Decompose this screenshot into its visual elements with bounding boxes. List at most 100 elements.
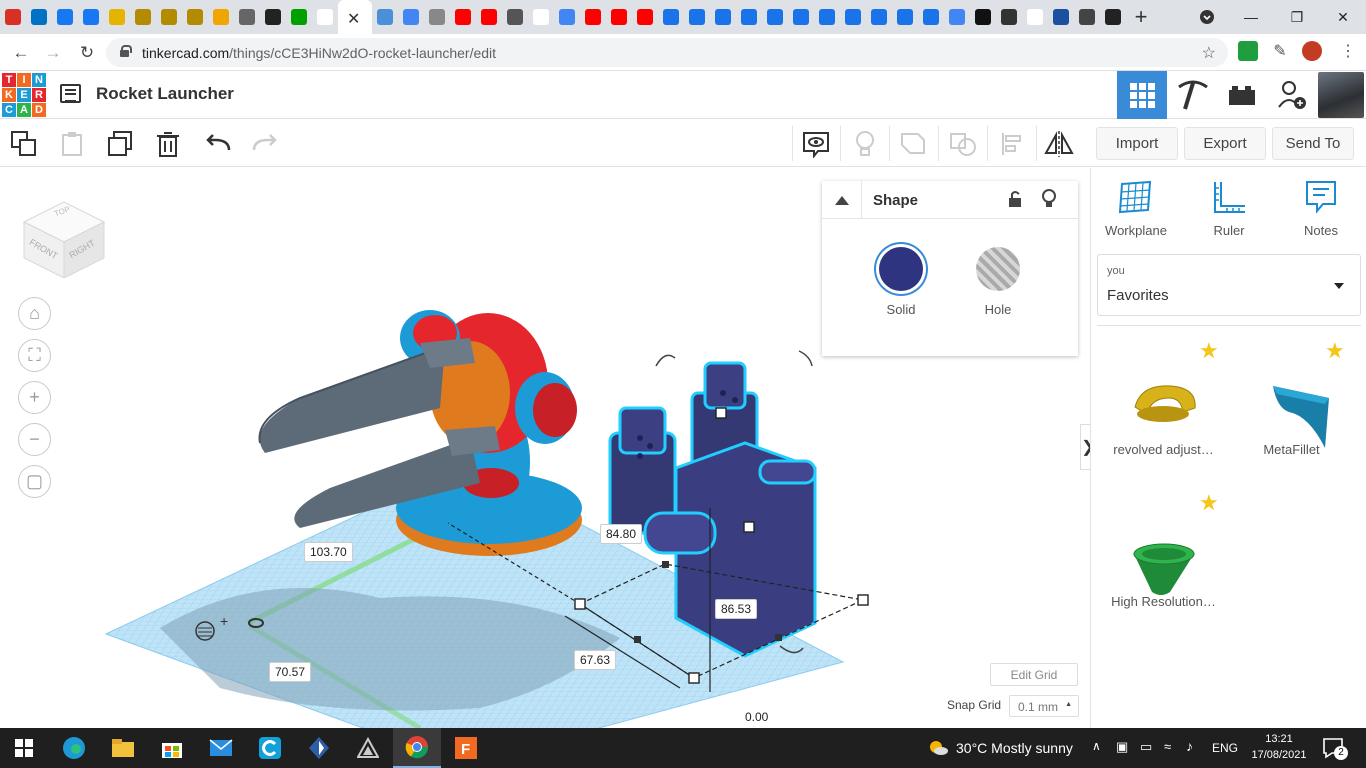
tab-favicon[interactable] (762, 0, 788, 34)
app-c-icon[interactable] (246, 728, 294, 768)
rotate-arrow-icon[interactable] (798, 350, 813, 367)
design-list-icon[interactable] (60, 84, 81, 103)
tab-favicon[interactable] (234, 0, 260, 34)
tab-favicon[interactable] (788, 0, 814, 34)
tab-favicon[interactable] (1100, 0, 1126, 34)
store-icon[interactable] (148, 728, 196, 768)
tab-favicon[interactable] (736, 0, 762, 34)
file-explorer-icon[interactable] (99, 728, 147, 768)
notes-tool[interactable]: Notes (1286, 180, 1356, 238)
chrome-taskbar-icon[interactable] (393, 728, 441, 768)
user-avatar[interactable] (1318, 72, 1364, 118)
hole-swatch[interactable] (976, 247, 1020, 291)
favorite-star-icon[interactable]: ★ (1199, 338, 1219, 364)
handle-height[interactable] (715, 407, 727, 419)
tab-favicon[interactable] (658, 0, 684, 34)
handle-top[interactable] (743, 521, 755, 533)
tab-favicon[interactable] (814, 0, 840, 34)
fusion-app-icon[interactable]: F (442, 728, 490, 768)
tab-favicon[interactable] (944, 0, 970, 34)
view-cube[interactable]: TOP FRONT RIGHT (18, 186, 108, 279)
snap-grid-select[interactable]: 0.1 mm (1009, 695, 1079, 717)
import-button[interactable]: Import (1096, 127, 1178, 160)
shape-revolved-adjust[interactable]: ★ revolved adjust… (1101, 338, 1231, 478)
align-icon[interactable] (996, 128, 1028, 160)
tab-favicon[interactable] (684, 0, 710, 34)
weather-icon[interactable] (928, 738, 948, 763)
handle-corner[interactable] (857, 594, 869, 606)
handle-corner[interactable] (574, 598, 586, 610)
new-tab-button[interactable]: + (1126, 4, 1156, 30)
tab-favicon[interactable] (130, 0, 156, 34)
active-tab-close-icon[interactable]: ✕ (338, 0, 372, 34)
tab-favicon[interactable] (528, 0, 554, 34)
3d-design-view-button[interactable] (1117, 71, 1167, 119)
invite-user-icon[interactable] (1267, 71, 1317, 119)
zoom-out-icon[interactable]: − (18, 423, 51, 456)
tab-favicon[interactable] (606, 0, 632, 34)
unlock-icon[interactable] (1008, 190, 1022, 213)
extensions-puzzle-icon[interactable]: ✎ (1270, 41, 1290, 61)
collapse-inspector-icon[interactable] (822, 181, 862, 219)
clock-date[interactable]: 17/08/2021 (1246, 749, 1312, 761)
close-window-icon[interactable]: ✕ (1320, 0, 1366, 34)
fit-view-icon[interactable]: ⛶ (18, 339, 51, 372)
mirror-icon[interactable] (1043, 128, 1075, 160)
windows-start-icon[interactable] (0, 728, 48, 768)
weather-text[interactable]: 30°C Mostly sunny (956, 740, 1073, 756)
browser-menu-icon[interactable]: ⋮ (1340, 41, 1356, 61)
zoom-in-icon[interactable]: + (18, 381, 51, 414)
tab-favicon[interactable] (0, 0, 26, 34)
tab-favicon[interactable] (892, 0, 918, 34)
tab-favicon[interactable] (996, 0, 1022, 34)
mail-icon[interactable] (197, 728, 245, 768)
ruler-tool[interactable]: Ruler (1194, 180, 1264, 238)
volume-icon[interactable]: ♪ (1186, 738, 1193, 754)
lightbulb-icon[interactable] (849, 128, 881, 160)
tab-favicon[interactable] (1022, 0, 1048, 34)
tab-favicon[interactable] (372, 0, 398, 34)
back-icon[interactable]: ← (8, 40, 34, 66)
tab-favicon[interactable] (182, 0, 208, 34)
dimension-width[interactable]: 103.70 (304, 542, 353, 562)
tab-favicon[interactable] (970, 0, 996, 34)
tab-favicon[interactable] (52, 0, 78, 34)
tab-favicon[interactable] (1048, 0, 1074, 34)
tab-favicon[interactable] (840, 0, 866, 34)
tab-search-icon[interactable] (1184, 0, 1230, 34)
tab-favicon[interactable] (398, 0, 424, 34)
blocks-pickaxe-icon[interactable] (1167, 71, 1217, 119)
tab-favicon[interactable] (918, 0, 944, 34)
tab-favicon[interactable] (260, 0, 286, 34)
tab-favicon[interactable] (424, 0, 450, 34)
tab-favicon[interactable] (450, 0, 476, 34)
shape-collection-select[interactable]: you Favorites (1097, 254, 1361, 316)
tinkercad-logo[interactable]: TIN KER CAD (2, 73, 46, 117)
workplane-tool[interactable]: Workplane (1101, 180, 1171, 238)
tray-meet-icon[interactable]: ▣ (1116, 739, 1128, 755)
edit-grid-button[interactable]: Edit Grid (990, 663, 1078, 686)
tab-favicon[interactable] (632, 0, 658, 34)
dimension-selected-z[interactable]: 86.53 (715, 599, 758, 619)
project-title[interactable]: Rocket Launcher (96, 84, 234, 104)
send-to-button[interactable]: Send To (1272, 127, 1354, 160)
extension-check-icon[interactable] (1238, 41, 1258, 61)
forward-icon[interactable]: → (40, 40, 66, 66)
tab-favicon[interactable] (208, 0, 234, 34)
edge-browser-icon[interactable] (50, 728, 98, 768)
shape-metafillet[interactable]: ★ MetaFillet (1229, 338, 1359, 478)
export-button[interactable]: Export (1184, 127, 1266, 160)
show-hide-eye-icon[interactable] (800, 128, 832, 160)
input-language[interactable]: ENG (1212, 741, 1238, 755)
tab-favicon[interactable] (104, 0, 130, 34)
visibility-bulb-icon[interactable] (1042, 189, 1056, 214)
rotate-arrow-icon[interactable] (655, 354, 676, 367)
tab-favicon[interactable] (1074, 0, 1100, 34)
tab-favicon[interactable] (156, 0, 182, 34)
solid-color-swatch[interactable] (879, 247, 923, 291)
tab-favicon[interactable] (710, 0, 736, 34)
battery-icon[interactable]: ▭ (1140, 739, 1152, 755)
omnibox[interactable]: tinkercad.com/things/cCE3HiNw2dO-rocket-… (106, 38, 1228, 67)
home-view-icon[interactable]: ⌂ (18, 297, 51, 330)
copy-icon[interactable] (8, 128, 40, 160)
